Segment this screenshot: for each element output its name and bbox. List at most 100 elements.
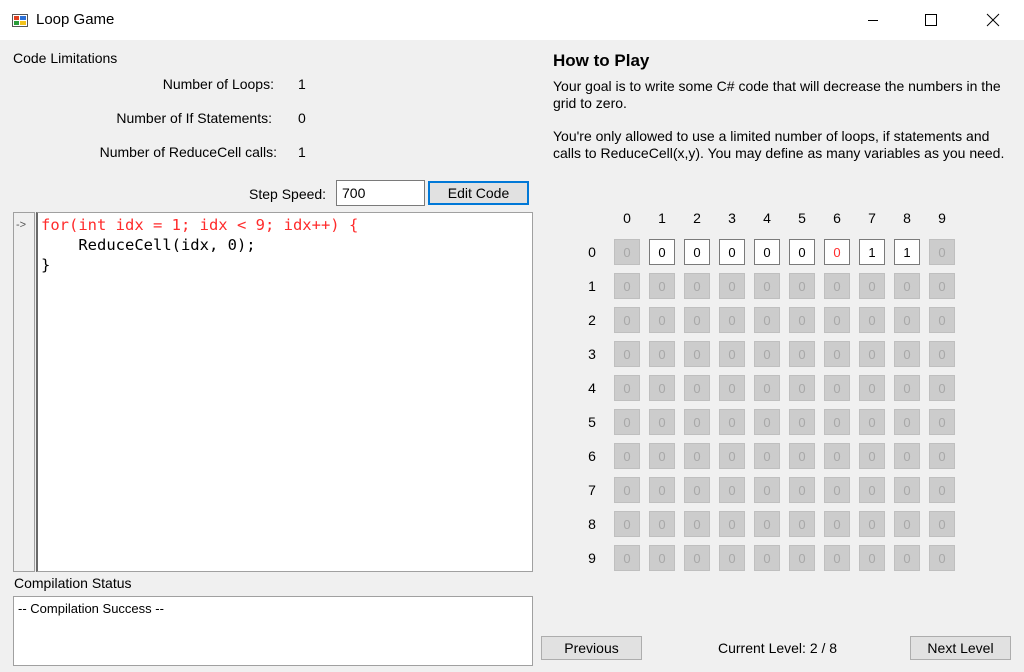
help-title: How to Play bbox=[553, 51, 650, 70]
grid-cell: 0 bbox=[754, 341, 780, 367]
grid-cell: 0 bbox=[649, 239, 675, 265]
grid-cell: 0 bbox=[894, 443, 920, 469]
grid-cell: 0 bbox=[684, 375, 710, 401]
compilation-message: -- Compilation Success -- bbox=[18, 601, 164, 616]
grid-cell: 0 bbox=[719, 545, 745, 571]
grid-column-label: 1 bbox=[658, 210, 666, 226]
app-icon bbox=[12, 14, 28, 27]
grid-cell: 0 bbox=[649, 375, 675, 401]
grid-cell: 0 bbox=[614, 273, 640, 299]
grid-cell: 0 bbox=[719, 341, 745, 367]
grid-cell: 0 bbox=[754, 239, 780, 265]
grid-cell: 0 bbox=[929, 273, 955, 299]
grid-cell: 0 bbox=[614, 239, 640, 265]
code-editor[interactable]: for(int idx = 1; idx < 9; idx++) { Reduc… bbox=[36, 212, 533, 572]
grid-cell: 0 bbox=[754, 511, 780, 537]
next-level-button[interactable]: Next Level bbox=[910, 636, 1011, 660]
grid-column-label: 0 bbox=[623, 210, 631, 226]
grid-cell: 0 bbox=[789, 239, 815, 265]
minimize-icon bbox=[868, 20, 878, 21]
grid-cell: 0 bbox=[824, 443, 850, 469]
grid-column-label: 4 bbox=[763, 210, 771, 226]
maximize-button[interactable] bbox=[902, 0, 960, 40]
grid-cell: 0 bbox=[894, 409, 920, 435]
grid-cell: 0 bbox=[789, 443, 815, 469]
code-lines: for(int idx = 1; idx < 9; idx++) { Reduc… bbox=[38, 213, 532, 275]
minimize-button[interactable] bbox=[844, 0, 902, 40]
grid-cell: 0 bbox=[684, 409, 710, 435]
grid-cell: 0 bbox=[684, 443, 710, 469]
grid-column-label: 5 bbox=[798, 210, 806, 226]
grid-cell: 0 bbox=[789, 511, 815, 537]
grid-row-label: 1 bbox=[588, 278, 596, 294]
grid-cell: 0 bbox=[719, 443, 745, 469]
grid-cell: 0 bbox=[614, 477, 640, 503]
edit-code-button[interactable]: Edit Code bbox=[428, 181, 529, 205]
title-bar: Loop Game bbox=[0, 0, 1024, 40]
grid-cell: 0 bbox=[684, 307, 710, 333]
code-line: } bbox=[41, 256, 51, 274]
grid-cell: 0 bbox=[859, 307, 885, 333]
grid-cell: 0 bbox=[719, 273, 745, 299]
grid-cell: 0 bbox=[684, 477, 710, 503]
grid-cell: 0 bbox=[824, 375, 850, 401]
if-statements-value: 0 bbox=[298, 110, 306, 126]
grid-cell: 0 bbox=[894, 307, 920, 333]
grid-cell: 1 bbox=[859, 239, 885, 265]
grid-cell: 0 bbox=[719, 511, 745, 537]
editor-gutter: -> bbox=[13, 212, 35, 572]
grid-cell: 0 bbox=[824, 239, 850, 265]
grid-cell: 0 bbox=[859, 545, 885, 571]
grid-cell: 0 bbox=[824, 511, 850, 537]
grid-cell: 0 bbox=[929, 443, 955, 469]
step-speed-label: Step Speed: bbox=[249, 186, 327, 202]
grid-cell: 0 bbox=[859, 511, 885, 537]
grid-row-label: 5 bbox=[588, 414, 596, 430]
previous-button[interactable]: Previous bbox=[541, 636, 642, 660]
grid-cell: 0 bbox=[754, 307, 780, 333]
grid-cell: 0 bbox=[859, 443, 885, 469]
grid-cell: 0 bbox=[894, 375, 920, 401]
grid-cell: 0 bbox=[929, 341, 955, 367]
grid-cell: 0 bbox=[894, 477, 920, 503]
grid-cell: 0 bbox=[754, 545, 780, 571]
grid-cell: 0 bbox=[684, 545, 710, 571]
grid-cell: 0 bbox=[894, 273, 920, 299]
grid-cell: 0 bbox=[789, 375, 815, 401]
grid-cell: 0 bbox=[824, 409, 850, 435]
reducecell-value: 1 bbox=[298, 144, 306, 160]
grid-cell: 0 bbox=[929, 511, 955, 537]
grid-cell: 0 bbox=[649, 443, 675, 469]
grid-cell: 0 bbox=[859, 477, 885, 503]
grid-cell: 0 bbox=[614, 511, 640, 537]
grid-cell: 0 bbox=[649, 409, 675, 435]
loops-value: 1 bbox=[298, 76, 306, 92]
loops-label: Number of Loops: bbox=[162, 76, 274, 92]
grid-cell: 0 bbox=[824, 341, 850, 367]
grid-cell: 0 bbox=[894, 511, 920, 537]
close-button[interactable] bbox=[964, 0, 1022, 40]
current-level-text: Current Level: 2 / 8 bbox=[718, 640, 838, 656]
grid-cell: 0 bbox=[894, 545, 920, 571]
grid-cell: 0 bbox=[754, 375, 780, 401]
maximize-icon bbox=[925, 14, 937, 26]
limits-heading: Code Limitations bbox=[13, 50, 118, 66]
window-title: Loop Game bbox=[36, 11, 115, 28]
grid-cell: 0 bbox=[894, 341, 920, 367]
help-paragraph-rules: You're only allowed to use a limited num… bbox=[553, 128, 1005, 161]
grid-cell: 0 bbox=[929, 239, 955, 265]
step-speed-input[interactable] bbox=[336, 180, 425, 206]
grid-cell: 0 bbox=[614, 341, 640, 367]
grid-cell: 0 bbox=[859, 273, 885, 299]
grid-cell: 0 bbox=[754, 443, 780, 469]
grid-column-label: 2 bbox=[693, 210, 701, 226]
if-statements-label: Number of If Statements: bbox=[116, 110, 272, 126]
grid-cell: 0 bbox=[789, 273, 815, 299]
grid-cell: 0 bbox=[614, 375, 640, 401]
grid-cell: 0 bbox=[929, 375, 955, 401]
grid-row-label: 6 bbox=[588, 448, 596, 464]
grid-row-label: 0 bbox=[588, 244, 596, 260]
grid-row-label: 2 bbox=[588, 312, 596, 328]
grid-cell: 0 bbox=[649, 273, 675, 299]
code-line: ReduceCell(idx, 0); bbox=[41, 236, 256, 254]
